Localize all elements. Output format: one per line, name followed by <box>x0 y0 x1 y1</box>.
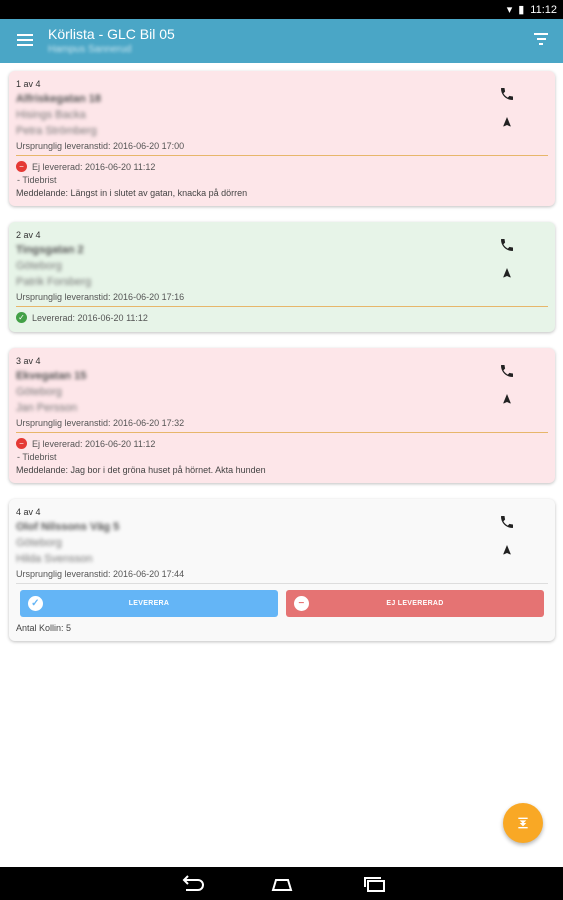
divider <box>16 432 548 433</box>
card-city: Hisings Backa <box>16 109 86 121</box>
divider <box>16 583 548 584</box>
menu-icon[interactable] <box>17 32 33 48</box>
divider <box>16 155 548 156</box>
status-time: 11:12 <box>530 3 557 16</box>
navigation-icon[interactable] <box>501 543 513 557</box>
back-icon[interactable] <box>178 875 206 893</box>
card-city: Göteborg <box>16 537 62 549</box>
page-subtitle: Hampus Sannerud <box>48 44 132 55</box>
phone-icon[interactable] <box>499 363 515 379</box>
card-recipient: Jan Persson <box>16 402 78 414</box>
card-original-time: Ursprunglig leveranstid: 2016-06-20 17:1… <box>16 292 185 302</box>
navigation-icon[interactable] <box>501 392 513 406</box>
delivery-card[interactable]: 1 av 4 Alfriskegatan 18 Hisings Backa Pe… <box>9 71 555 206</box>
card-counter: 2 av 4 <box>16 230 41 240</box>
status-row: − Ej levererad: 2016-06-20 11:12 <box>16 438 548 449</box>
battery-icon: ▮ <box>518 4 525 16</box>
card-original-time: Ursprunglig leveranstid: 2016-06-20 17:4… <box>16 569 185 579</box>
deliver-label: LEVERERA <box>128 600 170 607</box>
not-delivered-icon: − <box>16 161 27 172</box>
delivery-list: 1 av 4 Alfriskegatan 18 Hisings Backa Pe… <box>9 71 555 657</box>
card-recipient: Petra Strömberg <box>16 125 97 137</box>
card-address: Ekvegatan 15 <box>16 370 87 382</box>
card-city: Göteborg <box>16 386 62 398</box>
minus-icon: − <box>294 596 309 611</box>
recent-apps-icon[interactable] <box>362 875 386 893</box>
card-city: Göteborg <box>16 260 62 272</box>
delivery-card[interactable]: 4 av 4 Olof Nilssons Väg 5 Göteborg Hild… <box>9 499 555 641</box>
delivery-card[interactable]: 3 av 4 Ekvegatan 15 Göteborg Jan Persson… <box>9 348 555 483</box>
page-title: Körlista - GLC Bil 05 <box>48 26 175 42</box>
filter-icon[interactable] <box>533 33 549 49</box>
card-address: Alfriskegatan 18 <box>16 93 101 105</box>
card-recipient: Hilda Svensson <box>16 553 93 565</box>
delivered-icon: ✓ <box>16 312 27 323</box>
not-delivered-button[interactable]: − EJ LEVERERAD <box>286 590 544 617</box>
app-bar: Körlista - GLC Bil 05 Hampus Sannerud <box>0 19 563 63</box>
status-text: Ej levererad: 2016-06-20 11:12 <box>32 438 156 449</box>
reason-text: - Tidebrist <box>17 452 57 462</box>
action-buttons: ✓ LEVERERA − EJ LEVERERAD <box>20 590 544 617</box>
skip-down-icon <box>518 817 528 829</box>
navigation-icon[interactable] <box>501 266 513 280</box>
deliver-button[interactable]: ✓ LEVERERA <box>20 590 278 617</box>
card-counter: 1 av 4 <box>16 79 41 89</box>
home-icon[interactable] <box>270 875 294 893</box>
card-original-time: Ursprunglig leveranstid: 2016-06-20 17:0… <box>16 141 185 151</box>
card-counter: 4 av 4 <box>16 507 41 517</box>
status-bar: ▾ ▮ 11:12 <box>0 0 563 19</box>
card-counter: 3 av 4 <box>16 356 41 366</box>
phone-icon[interactable] <box>499 514 515 530</box>
status-text: Ej levererad: 2016-06-20 11:12 <box>32 161 156 172</box>
delivery-card[interactable]: 2 av 4 Tingsgatan 2 Göteborg Patrik Fors… <box>9 222 555 332</box>
card-address: Tingsgatan 2 <box>16 244 84 256</box>
card-address: Olof Nilssons Väg 5 <box>16 521 120 533</box>
not-delivered-label: EJ LEVERERAD <box>386 600 444 607</box>
navigation-icon[interactable] <box>501 115 513 129</box>
status-row: ✓ Levererad: 2016-06-20 11:12 <box>16 312 548 323</box>
status-text: Levererad: 2016-06-20 11:12 <box>32 312 148 323</box>
card-recipient: Patrik Forsberg <box>16 276 92 288</box>
phone-icon[interactable] <box>499 237 515 253</box>
divider <box>16 306 548 307</box>
package-count: Antal Kollin: 5 <box>16 623 72 633</box>
card-original-time: Ursprunglig leveranstid: 2016-06-20 17:3… <box>16 418 185 428</box>
wifi-icon: ▾ <box>506 4 513 16</box>
scroll-bottom-button[interactable] <box>503 803 543 843</box>
not-delivered-icon: − <box>16 438 27 449</box>
check-icon: ✓ <box>28 596 43 611</box>
reason-text: - Tidebrist <box>17 175 57 185</box>
phone-icon[interactable] <box>499 86 515 102</box>
status-row: − Ej levererad: 2016-06-20 11:12 <box>16 161 548 172</box>
message-text: Meddelande: Längst in i slutet av gatan,… <box>16 188 248 198</box>
message-text: Meddelande: Jag bor i det gröna huset på… <box>16 465 266 475</box>
system-nav-bar <box>0 867 563 900</box>
